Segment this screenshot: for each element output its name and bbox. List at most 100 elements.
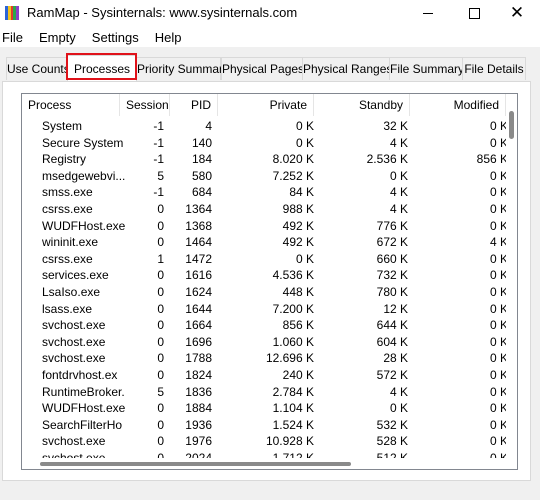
pid-cell: 1936 <box>185 417 212 432</box>
menu-file[interactable]: File <box>0 30 23 45</box>
standby-cell: 2.536 K <box>366 152 408 167</box>
menu-empty[interactable]: Empty <box>37 30 76 45</box>
tab-physical-pages[interactable]: Physical Pages <box>221 57 304 80</box>
session-cell: 0 <box>157 318 164 333</box>
pid-cell: 1364 <box>185 201 212 216</box>
table-row[interactable]: lsass.exe 0 1644 7.200 K 12 K0 K <box>22 301 517 318</box>
private-cell: 240 K <box>282 367 314 382</box>
private-cell: 856 K <box>282 318 314 333</box>
session-cell: 0 <box>157 301 164 316</box>
horizontal-scrollbar[interactable] <box>22 458 506 469</box>
modified-cell: 0 K <box>489 201 508 216</box>
standby-cell: 4 K <box>389 384 408 399</box>
menu-bar: File Empty Settings Help <box>0 27 540 47</box>
tab-file-summary[interactable]: File Summary <box>389 57 464 80</box>
pid-cell: 1884 <box>185 401 212 416</box>
standby-cell: 732 K <box>376 268 408 283</box>
vertical-scroll-thumb[interactable] <box>509 111 514 139</box>
session-cell: 0 <box>157 334 164 349</box>
session-cell: 0 <box>157 218 164 233</box>
table-row[interactable]: RuntimeBroker. 5 1836 2.784 K4 K0 K <box>22 384 517 401</box>
private-cell: 492 K <box>282 235 314 250</box>
pid-cell: 1368 <box>185 218 212 233</box>
table-row[interactable]: WUDFHost.exe 0 1368 492 K 776 K0 K <box>22 218 517 235</box>
private-cell: 0 K <box>295 251 314 266</box>
table-row[interactable]: services.exe 0 1616 4.536 K 732 K0 K <box>22 267 517 284</box>
modified-cell: 0 K <box>489 268 508 283</box>
table-row[interactable]: svchost.exe 0 1696 1.060 K 604 K0 K <box>22 334 517 351</box>
table-row[interactable]: Secure System -1 140 0 K4 K0 K <box>22 135 517 152</box>
modified-cell: 0 K <box>489 401 508 416</box>
modified-cell: 0 K <box>489 218 508 233</box>
pid-cell: 1696 <box>185 334 212 349</box>
table-row[interactable]: smss.exe -1 684 84 K4 K0 K <box>22 184 517 201</box>
minimize-button[interactable] <box>405 0 451 27</box>
column-header-session[interactable]: Session <box>120 94 170 116</box>
horizontal-scroll-thumb[interactable] <box>40 462 351 466</box>
session-cell: 0 <box>157 434 164 449</box>
tab-file-details[interactable]: File Details <box>462 57 526 80</box>
menu-help[interactable]: Help <box>153 30 182 45</box>
maximize-button[interactable] <box>451 0 497 27</box>
list-rows: System -1 4 0 K 32 K0 K Secure System -1 140 0 K… <box>22 118 517 466</box>
modified-cell: 0 K <box>489 434 508 449</box>
tab-use-counts[interactable]: Use Counts <box>6 57 70 80</box>
table-row[interactable]: LsaIso.exe 0 1624 448 K 780 K0 K <box>22 284 517 301</box>
table-row[interactable]: System -1 4 0 K 32 K0 K <box>22 118 517 135</box>
menu-settings[interactable]: Settings <box>90 30 139 45</box>
tab-physical-ranges[interactable]: Physical Ranges <box>302 57 392 80</box>
modified-cell: 0 K <box>489 301 508 316</box>
pid-cell: 1472 <box>185 251 212 266</box>
pid-cell: 1644 <box>185 301 212 316</box>
private-cell: 10.928 K <box>265 434 314 449</box>
table-row[interactable]: Registry -1 184 8.020 K 2.536 K 856 K <box>22 151 517 168</box>
pid-cell: 1976 <box>185 434 212 449</box>
standby-cell: 780 K <box>376 284 408 299</box>
column-header-pid[interactable]: PID <box>170 94 218 116</box>
tab-processes[interactable]: Processes <box>67 55 137 82</box>
table-row[interactable]: csrss.exe 1 1472 0 K 660 K0 K <box>22 251 517 268</box>
private-cell: 1.060 K <box>272 334 314 349</box>
private-cell: 2.784 K <box>272 384 314 399</box>
modified-cell: 0 K <box>489 135 508 150</box>
table-row[interactable]: svchost.exe 0 1664 856 K 644 K0 K <box>22 317 517 334</box>
vertical-scrollbar[interactable] <box>506 94 517 469</box>
standby-cell: 672 K <box>376 235 408 250</box>
session-cell: 0 <box>157 417 164 432</box>
table-row[interactable]: WUDFHost.exe 0 1884 1.104 K0 K0 K <box>22 400 517 417</box>
close-icon: ✕ <box>509 3 525 23</box>
column-header-private[interactable]: Private <box>218 94 314 116</box>
session-cell: 0 <box>157 284 164 299</box>
modified-cell: 4 K <box>489 235 508 250</box>
session-cell: -1 <box>153 152 164 167</box>
tab-priority-summary[interactable]: Priority Summary <box>136 57 229 80</box>
private-cell: 0 K <box>295 135 314 150</box>
table-row[interactable]: SearchFilterHo 0 1936 1.524 K 532 K0 K <box>22 417 517 434</box>
tab-strip: Use Counts Processes Priority Summary Ph… <box>0 55 540 82</box>
table-row[interactable]: fontdrvhost.ex 0 1824 240 K 572 K0 K <box>22 367 517 384</box>
column-header-standby[interactable]: Standby <box>314 94 410 116</box>
table-row[interactable]: wininit.exe 0 1464 492 K 672 K4 K <box>22 234 517 251</box>
table-row[interactable]: svchost.exe 0 1976 10.928 K 528 K0 K <box>22 433 517 450</box>
standby-cell: 0 K <box>389 168 408 183</box>
standby-cell: 4 K <box>389 135 408 150</box>
session-cell: -1 <box>153 185 164 200</box>
icon-bar <box>16 6 19 20</box>
private-cell: 988 K <box>282 201 314 216</box>
column-header-process[interactable]: Process <box>22 94 120 116</box>
processes-list[interactable]: Process Session PID Private Standby Modi… <box>21 93 518 470</box>
private-cell: 7.252 K <box>272 168 314 183</box>
private-cell: 448 K <box>282 284 314 299</box>
private-cell: 8.020 K <box>272 152 314 167</box>
table-row[interactable]: csrss.exe 0 1364 988 K4 K0 K <box>22 201 517 218</box>
column-header-modified[interactable]: Modified <box>410 94 506 116</box>
standby-cell: 776 K <box>376 218 408 233</box>
session-cell: 0 <box>157 401 164 416</box>
table-row[interactable]: msedgewebvi... 5 580 7.252 K0 K0 K <box>22 168 517 185</box>
modified-cell: 0 K <box>489 334 508 349</box>
close-button[interactable]: ✕ <box>494 0 540 27</box>
pid-cell: 1788 <box>185 351 212 366</box>
standby-cell: 604 K <box>376 334 408 349</box>
table-row[interactable]: svchost.exe 0 1788 12.696 K 28 K0 K <box>22 350 517 367</box>
modified-cell: 0 K <box>489 119 508 133</box>
